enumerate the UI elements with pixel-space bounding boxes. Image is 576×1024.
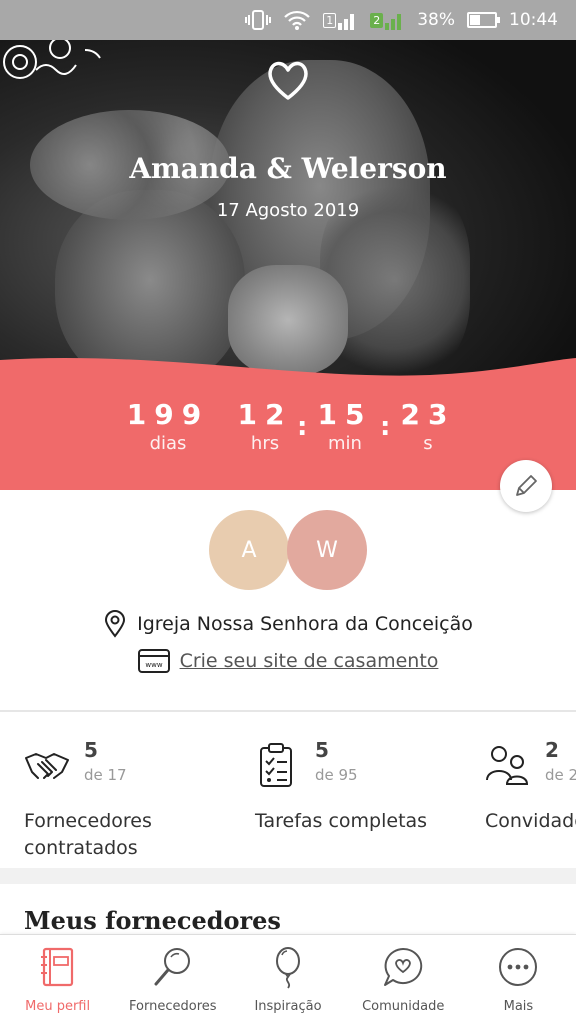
- avatar-initial: A: [241, 537, 257, 563]
- browser-icon: www: [137, 649, 170, 673]
- handshake-icon: [25, 753, 69, 779]
- status-bar: 1 2 38% 10:44: [0, 0, 576, 40]
- sim2-label: 2: [370, 12, 384, 28]
- signal-sim1-icon: 1: [323, 9, 358, 31]
- countdown-seconds: 23 s: [378, 398, 478, 454]
- stat-label: Tarefas completas: [255, 810, 428, 832]
- nav-more[interactable]: Mais: [461, 935, 576, 1024]
- clock: 10:44: [509, 10, 558, 30]
- wifi-icon: [283, 9, 311, 31]
- balloon-icon: [276, 947, 300, 989]
- avatar[interactable]: W: [287, 510, 367, 590]
- vibrate-icon: [245, 9, 272, 31]
- nav-vendors[interactable]: Fornecedores: [115, 935, 230, 1024]
- section-title: Meus fornecedores: [24, 906, 281, 935]
- wedding-site-row[interactable]: www Crie seu site de casamento: [0, 648, 576, 674]
- stat-count: 2: [545, 738, 559, 762]
- avatar-initial: W: [316, 537, 338, 563]
- countdown-days-value: 199: [126, 398, 210, 431]
- notebook-icon: [40, 947, 73, 987]
- countdown-days-label: dias: [149, 433, 187, 454]
- signal-sim2-icon: 2: [370, 9, 405, 31]
- countdown-seconds-label: s: [423, 433, 433, 454]
- stat-count: 5: [315, 738, 329, 762]
- clipboard-icon: [260, 743, 292, 787]
- stat-label: Fornecedores contratados: [24, 810, 152, 859]
- nav-label: Fornecedores: [129, 999, 217, 1014]
- sim1-label: 1: [323, 12, 337, 28]
- pencil-icon: [516, 475, 537, 496]
- bottom-nav: Meu perfil Fornecedores Inspiração Comun…: [0, 934, 576, 1024]
- heart-icon: [268, 61, 308, 100]
- magnifier-icon: [154, 948, 190, 986]
- countdown: 199 dias 12 hrs : 15 min : 23 s: [0, 398, 576, 478]
- battery-percent: 38%: [417, 10, 455, 30]
- location-pin-icon: [105, 610, 126, 638]
- venue-name: Igreja Nossa Senhora da Conceição: [137, 613, 473, 635]
- chat-heart-icon: [384, 947, 423, 986]
- svg-text:www: www: [145, 661, 162, 669]
- countdown-days: 199 dias: [118, 398, 218, 454]
- nav-label: Comunidade: [362, 999, 445, 1014]
- guests-icon: [486, 746, 529, 785]
- avatar[interactable]: A: [209, 510, 289, 590]
- stat-total: de 95: [315, 766, 358, 784]
- edit-button[interactable]: [500, 460, 552, 512]
- nav-label: Mais: [503, 999, 534, 1014]
- nav-label: Meu perfil: [25, 999, 91, 1014]
- stat-count: 5: [84, 738, 98, 762]
- venue-row[interactable]: Igreja Nossa Senhora da Conceição: [0, 610, 576, 638]
- nav-my-profile[interactable]: Meu perfil: [0, 935, 115, 1024]
- countdown-seconds-value: 23: [400, 398, 456, 431]
- create-site-link[interactable]: Crie seu site de casamento: [180, 650, 439, 672]
- nav-inspiration[interactable]: Inspiração: [230, 935, 345, 1024]
- section-separator: [0, 868, 576, 884]
- nav-community[interactable]: Comunidade: [346, 935, 461, 1024]
- couple-names: Amanda & Welerson: [129, 152, 447, 185]
- stat-total: de 17: [84, 766, 127, 784]
- stat-label: Convidados confirmados: [485, 810, 576, 832]
- corner-flower-ornament: [3, 40, 101, 79]
- nav-label: Inspiração: [254, 999, 322, 1014]
- stats-row: 5 de 17 Fornecedores contratados 5 de 95…: [0, 712, 576, 868]
- battery-icon: [467, 12, 500, 28]
- stat-total: de 2: [545, 766, 576, 784]
- more-icon: [499, 948, 538, 986]
- wedding-date: 17 Agosto 2019: [216, 200, 360, 221]
- hero-banner: Amanda & Welerson 17 Agosto 2019 199 dia…: [0, 40, 576, 490]
